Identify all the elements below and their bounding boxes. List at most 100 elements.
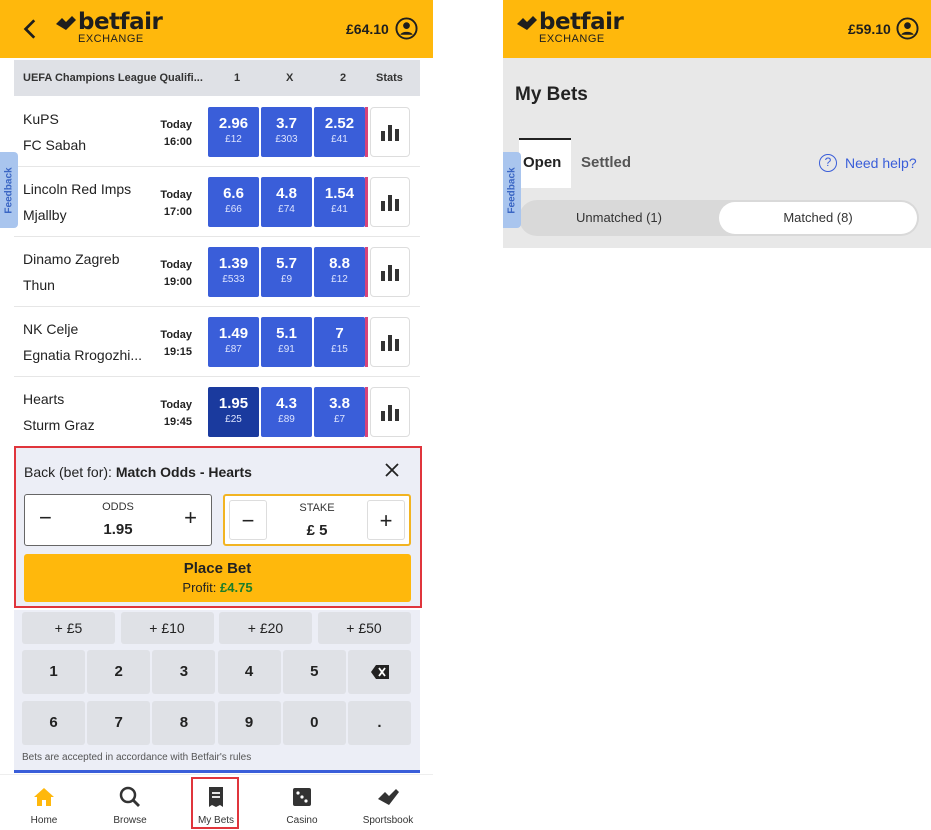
bar-chart-icon — [381, 195, 399, 211]
keypad-key[interactable]: 2 — [87, 650, 151, 694]
nav-casino[interactable]: Casino — [259, 775, 345, 830]
event-row[interactable]: Hearts Sturm Graz Today 19:45 1.95 £25 4.3 £89 3… — [14, 377, 420, 447]
odds-button[interactable]: 4.3 £89 — [261, 387, 312, 437]
keypad-key[interactable]: 9 — [217, 701, 281, 745]
home-icon — [34, 788, 54, 806]
column-draw: X — [286, 72, 294, 84]
lay-indicator — [365, 247, 368, 297]
odds-liquidity: £12 — [225, 134, 242, 145]
odds-price: 4.8 — [276, 185, 297, 202]
event-row[interactable]: KuPS FC Sabah Today 16:00 2.96 £12 3.7 £303 2.52… — [14, 97, 420, 167]
home-team: Dinamo Zagreb — [23, 251, 120, 267]
stats-button[interactable] — [370, 387, 410, 437]
betfair-logo[interactable]: betfair EXCHANGE — [515, 10, 624, 45]
home-team: Lincoln Red Imps — [23, 181, 132, 197]
bar-chart-icon — [381, 265, 399, 281]
stats-button[interactable] — [370, 107, 410, 157]
bar-chart-icon — [381, 125, 399, 141]
odds-liquidity: £9 — [280, 274, 293, 285]
quick-stake-button[interactable]: + £5 — [22, 612, 115, 644]
odds-button[interactable]: 1.39 £533 — [208, 247, 259, 297]
stats-button[interactable] — [370, 247, 410, 297]
odds-button[interactable]: 5.7 £9 — [261, 247, 312, 297]
divider — [14, 770, 420, 773]
kickoff-day: Today — [160, 329, 192, 341]
keypad-key[interactable]: 8 — [152, 701, 216, 745]
keypad-key[interactable]: 6 — [22, 701, 85, 745]
odds-price: 6.6 — [223, 185, 244, 202]
betfair-logo-icon — [56, 16, 76, 30]
logo-subtitle: EXCHANGE — [539, 33, 605, 45]
quick-stake-button[interactable]: + £50 — [317, 612, 411, 644]
place-bet-button[interactable]: Place Bet Profit: £4.75 — [24, 554, 411, 602]
close-icon[interactable] — [384, 462, 400, 478]
odds-liquidity: £303 — [275, 134, 298, 145]
odds-button[interactable]: 1.49 £87 — [208, 317, 259, 367]
stats-button[interactable] — [370, 317, 410, 367]
account-balance[interactable]: £59.10 — [848, 21, 891, 37]
keypad-key[interactable]: 3 — [152, 650, 216, 694]
backspace-key[interactable] — [348, 650, 411, 694]
betting-rules-text[interactable]: Bets are accepted in accordance with Bet… — [22, 752, 251, 763]
account-icon[interactable] — [896, 17, 919, 40]
search-icon — [119, 786, 140, 807]
account-icon[interactable] — [395, 17, 418, 40]
odds-button[interactable]: 7 £15 — [314, 317, 365, 367]
odds-button[interactable]: 4.8 £74 — [261, 177, 312, 227]
stake-increase-button[interactable]: + — [367, 500, 405, 540]
competition-name[interactable]: UEFA Champions League Qualifi... — [23, 72, 203, 84]
event-row[interactable]: Lincoln Red Imps Mjallby Today 17:00 6.6 £66 4… — [14, 167, 420, 237]
kickoff-time: Today 19:15 — [156, 327, 192, 361]
odds-label: ODDS — [102, 501, 134, 513]
kickoff-clock: 19:15 — [163, 346, 192, 358]
away-team: Thun — [23, 277, 55, 293]
odds-button[interactable]: 8.8 £12 — [314, 247, 365, 297]
tab-open[interactable]: Open — [523, 154, 561, 171]
feedback-tab[interactable]: Feedback — [0, 152, 18, 228]
betfair-logo[interactable]: betfair EXCHANGE — [54, 10, 163, 45]
keypad-key[interactable]: 0 — [282, 701, 346, 745]
nav-browse[interactable]: Browse — [87, 775, 173, 830]
matched-option[interactable]: Matched (8) — [719, 202, 917, 234]
odds-price: 7 — [335, 325, 344, 342]
help-icon: ? — [819, 154, 837, 172]
keypad-key[interactable]: 7 — [87, 701, 151, 745]
column-home: 1 — [234, 72, 241, 84]
account-balance[interactable]: £64.10 — [346, 21, 389, 37]
odds-input[interactable]: 1.95 — [25, 521, 211, 538]
place-bet-label: Place Bet — [183, 560, 252, 577]
odds-liquidity: £533 — [222, 274, 245, 285]
odds-button[interactable]: 3.8 £7 — [314, 387, 365, 437]
bet-slip-title: Back (bet for): Match Odds - Hearts — [24, 464, 252, 480]
odds-increase-button[interactable]: + — [184, 507, 197, 529]
event-row[interactable]: NK Celje Egnatia Rrogozhi... Today 19:15 1.4… — [14, 307, 420, 377]
keypad-key[interactable]: . — [348, 701, 411, 745]
nav-browse-label: Browse — [113, 815, 147, 826]
odds-price: 1.49 — [218, 325, 249, 342]
odds-button[interactable]: 5.1 £91 — [261, 317, 312, 367]
stats-button[interactable] — [370, 177, 410, 227]
quick-stake-button[interactable]: + £10 — [120, 612, 214, 644]
odds-liquidity: £41 — [331, 204, 348, 215]
market-column-header: UEFA Champions League Qualifi... 1 X 2 S… — [14, 60, 420, 96]
odds-button[interactable]: 1.54 £41 — [314, 177, 365, 227]
tab-settled[interactable]: Settled — [581, 154, 631, 171]
odds-button[interactable]: 1.95 £25 — [208, 387, 259, 437]
nav-home[interactable]: Home — [1, 775, 87, 830]
odds-button[interactable]: 3.7 £303 — [261, 107, 312, 157]
unmatched-option[interactable]: Unmatched (1) — [519, 200, 719, 236]
dice-icon — [293, 788, 311, 806]
event-row[interactable]: Dinamo Zagreb Thun Today 19:00 1.39 £533 5.7 £9… — [14, 237, 420, 307]
need-help-link[interactable]: ? Need help? — [819, 154, 917, 172]
odds-button[interactable]: 2.96 £12 — [208, 107, 259, 157]
nav-sportsbook[interactable]: Sportsbook — [345, 775, 431, 830]
logo-subtitle: EXCHANGE — [78, 33, 144, 45]
odds-button[interactable]: 6.6 £66 — [208, 177, 259, 227]
keypad-key[interactable]: 5 — [282, 650, 346, 694]
quick-stake-button[interactable]: + £20 — [219, 612, 312, 644]
feedback-tab[interactable]: Feedback — [503, 152, 521, 228]
keypad-key[interactable]: 1 — [22, 650, 85, 694]
back-icon[interactable] — [18, 16, 44, 42]
odds-button[interactable]: 2.52 £41 — [314, 107, 365, 157]
keypad-key[interactable]: 4 — [217, 650, 281, 694]
